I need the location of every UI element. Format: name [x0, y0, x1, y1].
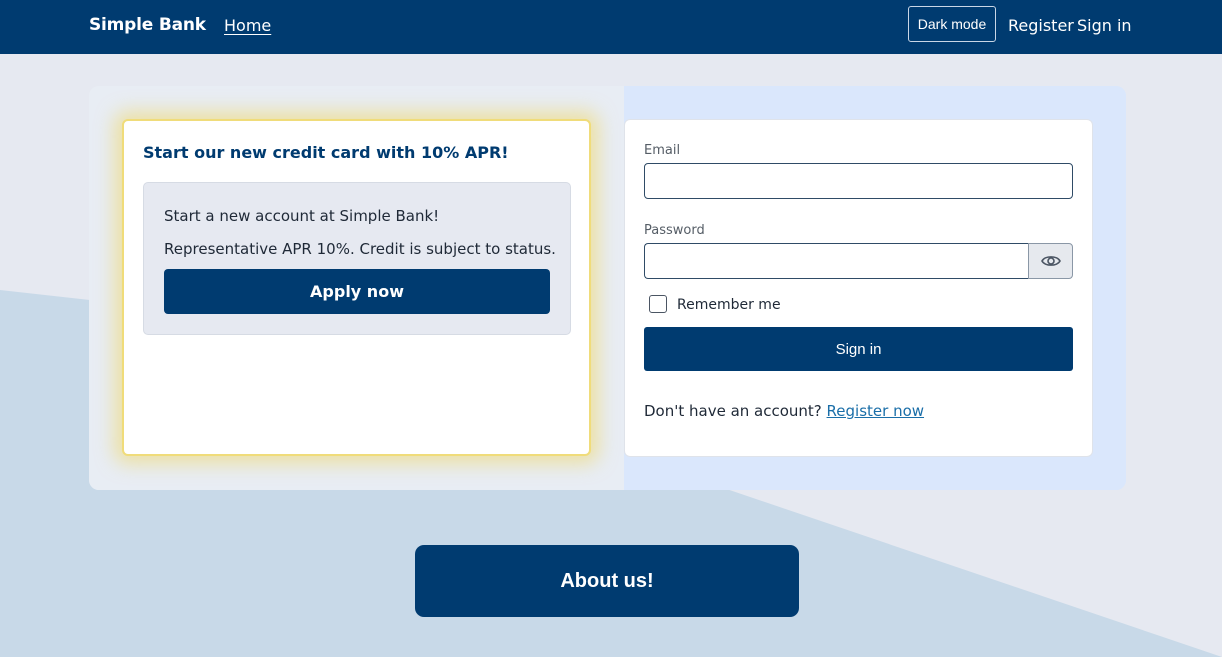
- nav-link-register[interactable]: Register: [1008, 16, 1074, 35]
- password-field[interactable]: [644, 243, 1029, 279]
- sign-in-button[interactable]: Sign in: [644, 327, 1073, 371]
- eye-icon: [1040, 256, 1061, 266]
- promo-card: Start our new credit card with 10% APR! …: [122, 119, 591, 456]
- nav-link-sign-in[interactable]: Sign in: [1077, 16, 1132, 35]
- promo-text-apr: Representative APR 10%. Credit is subjec…: [164, 240, 556, 258]
- brand-logo[interactable]: Simple Bank: [89, 15, 206, 35]
- promo-text-account: Start a new account at Simple Bank!: [164, 207, 440, 225]
- nav-link-home[interactable]: Home: [224, 16, 271, 35]
- login-card: Email Password Remember me Sign in Don't…: [624, 119, 1093, 457]
- show-password-button[interactable]: [1028, 243, 1073, 279]
- promo-title: Start our new credit card with 10% APR!: [143, 143, 509, 162]
- promo-details-box: Start a new account at Simple Bank! Repr…: [143, 182, 571, 335]
- register-now-link[interactable]: Register now: [827, 402, 924, 420]
- remember-me-label[interactable]: Remember me: [677, 297, 781, 313]
- email-label: Email: [644, 143, 681, 158]
- register-prompt: Don't have an account? Register now: [644, 402, 924, 420]
- about-us-button[interactable]: About us!: [415, 545, 799, 617]
- no-account-text: Don't have an account?: [644, 402, 827, 420]
- email-field[interactable]: [644, 163, 1073, 199]
- apply-now-button[interactable]: Apply now: [164, 269, 550, 314]
- dark-mode-button[interactable]: Dark mode: [908, 6, 996, 42]
- password-label: Password: [644, 223, 705, 238]
- remember-me-checkbox[interactable]: [649, 295, 667, 313]
- navbar: Simple Bank Home Dark mode Register Sign…: [0, 0, 1222, 54]
